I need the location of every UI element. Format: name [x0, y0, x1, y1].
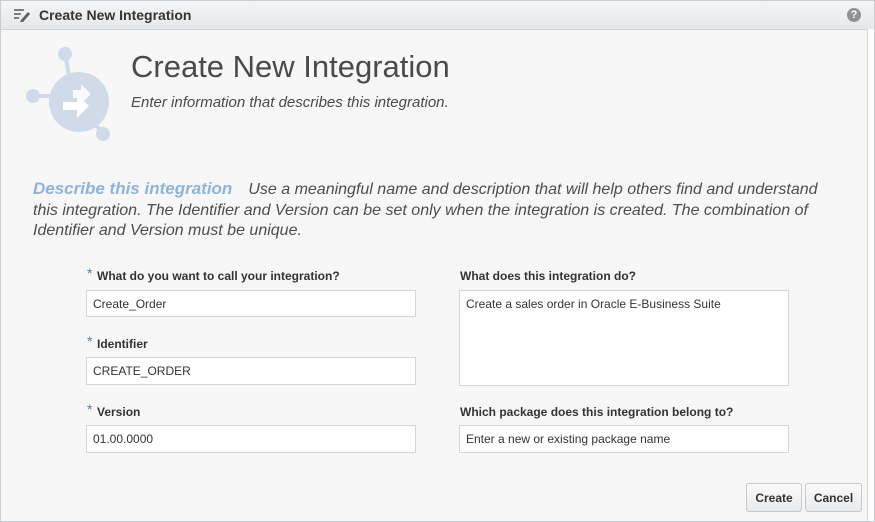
- describe-heading: Describe this integration: [33, 179, 233, 198]
- required-marker: *: [87, 265, 93, 281]
- required-marker: *: [87, 401, 93, 417]
- name-input[interactable]: Create_Order: [86, 290, 416, 317]
- create-button[interactable]: Create: [746, 483, 802, 512]
- describe-section: Describe this integration Use a meaningfu…: [33, 179, 843, 242]
- edit-icon: [14, 9, 30, 22]
- dialog-title: Create New Integration: [39, 7, 192, 23]
- name-label: What do you want to call your integratio…: [97, 269, 340, 283]
- page-title: Create New Integration: [131, 49, 450, 84]
- package-label: Which package does this integration belo…: [460, 405, 734, 419]
- page-subtitle: Enter information that describes this in…: [131, 94, 449, 111]
- required-marker: *: [87, 333, 93, 349]
- identifier-label: Identifier: [97, 337, 148, 351]
- dialog-titlebar: Create New Integration ?: [1, 1, 874, 30]
- description-textarea[interactable]: Create a sales order in Oracle E-Busines…: [459, 290, 789, 386]
- create-integration-dialog: Create New Integration ? Create New Inte…: [0, 0, 875, 522]
- description-label: What does this integration do?: [460, 269, 636, 283]
- identifier-input[interactable]: CREATE_ORDER: [86, 357, 416, 385]
- package-input[interactable]: Enter a new or existing package name: [459, 425, 789, 453]
- version-input[interactable]: 01.00.0000: [86, 425, 416, 453]
- integration-icon: [26, 47, 110, 141]
- dialog-edge: [867, 29, 874, 521]
- cancel-button[interactable]: Cancel: [805, 483, 862, 512]
- version-label: Version: [97, 405, 141, 419]
- help-icon[interactable]: ?: [847, 8, 861, 22]
